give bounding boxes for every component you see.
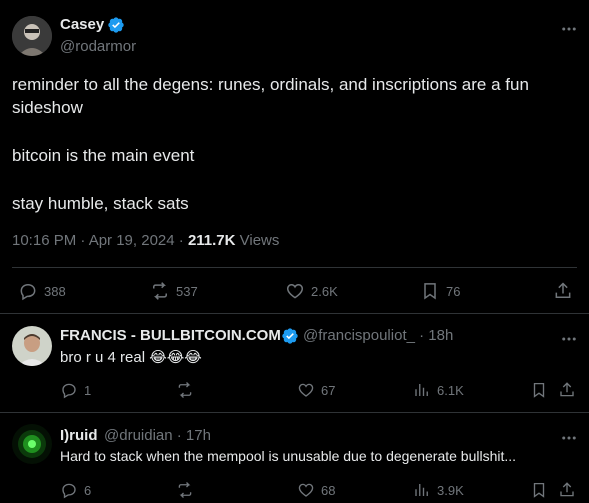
avatar-image-icon (12, 424, 52, 464)
share-button[interactable] (553, 281, 573, 301)
more-options-icon[interactable] (560, 20, 578, 38)
reply-2-text: Hard to stack when the mempool is unusab… (60, 448, 517, 464)
tweet-text-line-4: stay humble, stack sats (12, 194, 189, 213)
views-chart-icon (415, 484, 428, 496)
author-avatar[interactable] (12, 16, 52, 56)
reply-icon (62, 483, 76, 499)
reply-2-avatar[interactable] (12, 424, 52, 464)
reply-2-repost-button[interactable] (176, 481, 194, 499)
reply-1-reply-button[interactable]: 1 (60, 381, 91, 399)
reply-2-reply-button[interactable]: 6 (60, 481, 91, 499)
verified-badge-icon (107, 16, 125, 34)
reply-2-bookmark-button[interactable] (530, 481, 548, 499)
reply-1-avatar[interactable] (12, 326, 52, 366)
reply-icon (20, 283, 36, 301)
author-handle[interactable]: @rodarmor (60, 38, 136, 55)
reply-1-repost-button[interactable] (176, 381, 194, 399)
reply-1-more-icon[interactable] (560, 330, 578, 348)
views-label: Views (235, 232, 280, 249)
reply-1-share-button[interactable] (558, 381, 576, 399)
repost-button[interactable]: 537 (150, 281, 198, 301)
heart-icon (286, 283, 304, 299)
divider-bottom (0, 313, 589, 314)
reply-1-bookmark-button[interactable] (530, 381, 548, 399)
bookmark-icon (533, 382, 545, 398)
reply-2-share-button[interactable] (558, 481, 576, 499)
reply-2-views-button[interactable]: 3.9K (413, 481, 464, 499)
reply-1-handle[interactable]: @francispouliot_ · 18h (303, 327, 453, 344)
reply-1-reply-count: 1 (84, 382, 92, 398)
reply-2-name[interactable]: I)ruid (60, 427, 98, 444)
avatar-image-icon (12, 16, 52, 56)
bookmark-icon (424, 283, 436, 300)
reply-1-like-count: 67 (321, 382, 336, 398)
tweet-text-line-2: sideshow (12, 98, 83, 117)
heart-icon (298, 483, 314, 497)
like-button[interactable]: 2.6K (285, 281, 338, 301)
divider-top (12, 267, 577, 268)
reply-1-text: bro r u 4 real 😂😂😂 (60, 349, 202, 366)
reply-1-views-count: 6.1K (437, 382, 464, 398)
heart-icon (298, 383, 314, 397)
like-count: 2.6K (311, 283, 338, 299)
repost-count: 537 (176, 283, 198, 299)
views-chart-icon (415, 384, 428, 396)
author-name[interactable]: Casey (60, 16, 104, 33)
reply-button[interactable]: 388 (18, 281, 66, 301)
reply-2-views-count: 3.9K (437, 482, 464, 498)
reply-1-views-button[interactable]: 6.1K (413, 381, 464, 399)
reply-2-handle[interactable]: @druidian · 17h (104, 427, 211, 444)
reply-1-divider (0, 412, 589, 413)
bookmark-icon (533, 482, 545, 498)
reply-1-like-button[interactable]: 67 (297, 381, 335, 399)
reply-2-more-icon[interactable] (560, 429, 578, 447)
avatar-image-icon (12, 326, 52, 366)
reply-1-name[interactable]: FRANCIS - BULLBITCOIN.COM (60, 327, 281, 344)
repost-icon (153, 282, 167, 300)
repost-icon (178, 382, 192, 398)
tweet-timestamp[interactable]: 10:16 PM · Apr 19, 2024 · (12, 232, 188, 249)
share-icon (560, 482, 574, 497)
tweet-text-line-1: reminder to all the degens: runes, ordin… (12, 75, 529, 94)
share-icon (555, 282, 571, 298)
reply-icon (62, 383, 76, 399)
repost-icon (178, 482, 192, 498)
bookmark-count: 76 (446, 283, 461, 299)
views-count: 211.7K (187, 232, 236, 249)
tweet-meta: 10:16 PM · Apr 19, 2024 · 211.7K Views (12, 232, 279, 249)
tweet-text-line-3: bitcoin is the main event (12, 146, 195, 165)
reply-2-like-count: 68 (321, 482, 336, 498)
reply-2-reply-count: 6 (84, 482, 92, 498)
share-icon (560, 382, 574, 397)
reply-2-like-button[interactable]: 68 (297, 481, 335, 499)
reply-count: 388 (44, 283, 66, 299)
bookmark-button[interactable]: 76 (420, 281, 460, 301)
reply-1-verified-icon (281, 327, 299, 345)
